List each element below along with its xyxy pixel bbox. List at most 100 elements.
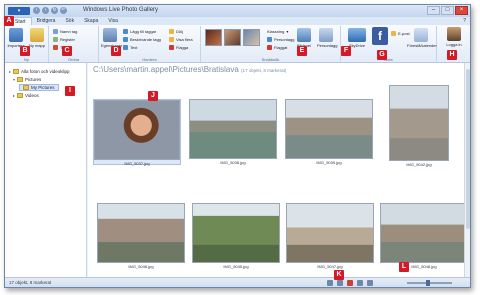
photo-thumbnail[interactable]: IMG_5048.jpg [380, 203, 468, 269]
nav-item-videos[interactable]: ▸ Videos [13, 93, 39, 98]
nav-item-pictures[interactable]: ▾ Pictures [13, 77, 41, 82]
describe-tag-button[interactable]: Beskrivande tagg [123, 37, 161, 42]
undo-icon[interactable]: ↶ [60, 7, 67, 14]
minimize-button[interactable]: – [427, 6, 440, 15]
import-icon [9, 28, 23, 42]
scrollbar-thumb[interactable] [466, 69, 470, 229]
photo-thumbnail[interactable]: IMG_5039.jpg [285, 99, 373, 165]
view-icon[interactable] [357, 280, 363, 286]
marker-i: I [65, 86, 75, 96]
photo-image [94, 100, 180, 160]
flagged-button[interactable]: Flaggat [267, 45, 287, 50]
expand-icon: ▸ [13, 93, 16, 98]
title-bar: ▾ ‹ › ↻ ↶ Windows Live Photo Gallery – □… [5, 5, 470, 17]
photo-thumbnail[interactable]: IMG_5042.jpg [389, 85, 449, 167]
people-thumbnails[interactable] [205, 29, 260, 46]
folder-icon [13, 69, 20, 74]
close-button[interactable]: × [455, 6, 468, 15]
status-bar: 17 objekt, 8 markerat [5, 277, 470, 287]
maximize-button[interactable]: □ [441, 6, 454, 15]
name-tag-button[interactable]: Namn tag [53, 29, 77, 34]
tag-icon [53, 29, 58, 34]
tab-search[interactable]: Sök [60, 17, 79, 25]
slideshow-icon [297, 28, 311, 42]
people-tagger-button[interactable]: Persontagg [317, 28, 337, 48]
register-button[interactable]: Register [53, 37, 75, 42]
person-thumb[interactable] [243, 29, 260, 46]
marker-b: B [20, 46, 30, 56]
add-tag-icon [123, 29, 128, 34]
expand-icon: ▾ [13, 77, 16, 82]
expand-icon: ▸ [9, 69, 12, 74]
folder-icon [23, 85, 29, 90]
tab-edit[interactable]: Bridgera [32, 17, 61, 25]
photo-gallery-window: ▾ ‹ › ↻ ↶ Windows Live Photo Gallery – □… [4, 4, 471, 288]
details-icon[interactable] [367, 280, 373, 286]
properties-button[interactable]: Egenskaper [101, 28, 122, 48]
zoom-slider-knob[interactable] [426, 280, 430, 286]
marker-k: K [334, 270, 344, 280]
photo-image [380, 203, 468, 263]
new-folder-button[interactable]: Ny mapp [28, 28, 46, 48]
rotate-left-icon[interactable] [327, 280, 333, 286]
show-icon [169, 37, 174, 42]
skydrive-icon [348, 28, 366, 42]
person-thumb[interactable] [205, 29, 222, 46]
suggest-button[interactable]: Föreslå/kalender [407, 28, 437, 48]
rating-button[interactable]: Klassning ▾ [267, 29, 288, 34]
show-all-button[interactable]: Visa flera [169, 37, 193, 42]
flag-icon [169, 45, 174, 50]
photo-image [389, 85, 449, 161]
refresh-icon[interactable]: ↻ [51, 7, 58, 14]
delete-icon[interactable] [347, 280, 353, 286]
photo-thumbnail[interactable]: IMG_5046.jpg [97, 203, 185, 269]
photo-thumbnail[interactable]: IMG_5037.jpg [93, 99, 181, 166]
forward-icon[interactable]: › [42, 7, 49, 14]
facebook-icon: f [372, 27, 388, 45]
email-icon [391, 31, 396, 36]
vertical-scrollbar[interactable] [464, 63, 470, 279]
photo-thumbnail[interactable]: IMG_5045.jpg [192, 203, 280, 269]
rotate-right-icon[interactable] [337, 280, 343, 286]
photo-thumbnail[interactable]: IMG_5038.jpg [189, 99, 277, 165]
marker-d: D [111, 46, 121, 56]
properties-icon [103, 28, 117, 42]
photo-grid: C:\Users\martin.appel\Pictures\Bratislav… [88, 63, 470, 279]
import-button[interactable]: Importera [7, 28, 25, 48]
marker-l: L [399, 262, 409, 272]
slideshow-button[interactable]: Bildspel [295, 28, 313, 48]
add-tags-button[interactable]: Lägg till taggar [123, 29, 156, 34]
status-text: 17 objekt, 8 markerat [9, 280, 52, 285]
people-tag-button[interactable]: Persontagg [267, 37, 294, 42]
describe-icon [123, 37, 128, 42]
marker-a: A [4, 16, 14, 26]
group-organize: Namn tag Register Ta bort Ordna [49, 26, 99, 62]
tagger-icon [319, 28, 333, 42]
sign-in-button[interactable]: Logga in [442, 27, 466, 47]
text-button[interactable]: Text [123, 45, 137, 50]
app-menu-button[interactable]: ▾ [8, 7, 30, 15]
tab-create[interactable]: Skapa [79, 17, 103, 25]
facebook-button[interactable]: f [371, 27, 389, 46]
hide-button[interactable]: Dölj [169, 29, 183, 34]
marker-c: C [62, 46, 72, 56]
back-icon[interactable]: ‹ [33, 7, 40, 14]
help-icon[interactable]: ? [463, 17, 466, 25]
flagged-icon [267, 45, 272, 50]
photo-image [285, 99, 373, 159]
tab-view[interactable]: Visa [103, 17, 123, 25]
person-thumb[interactable] [224, 29, 241, 46]
group-new: Importera Ny mapp Ny [5, 26, 49, 62]
marker-h: H [447, 50, 457, 60]
quick-access-toolbar: ‹ › ↻ ↶ [33, 7, 67, 14]
flag-button[interactable]: Flagga [169, 45, 188, 50]
skydrive-button[interactable]: SkyDrive [347, 28, 367, 48]
photo-thumbnail[interactable]: IMG_5047.jpg [286, 203, 374, 269]
folder-icon [17, 77, 24, 82]
window-title: Windows Live Photo Gallery [83, 7, 159, 13]
nav-item-all-photos[interactable]: ▸ Alla foton och videoklipp [9, 69, 70, 74]
folder-icon [30, 28, 44, 42]
delete-icon [53, 45, 58, 50]
nav-item-my-pictures[interactable]: My Pictures [19, 84, 59, 91]
calendar-icon [414, 28, 428, 42]
